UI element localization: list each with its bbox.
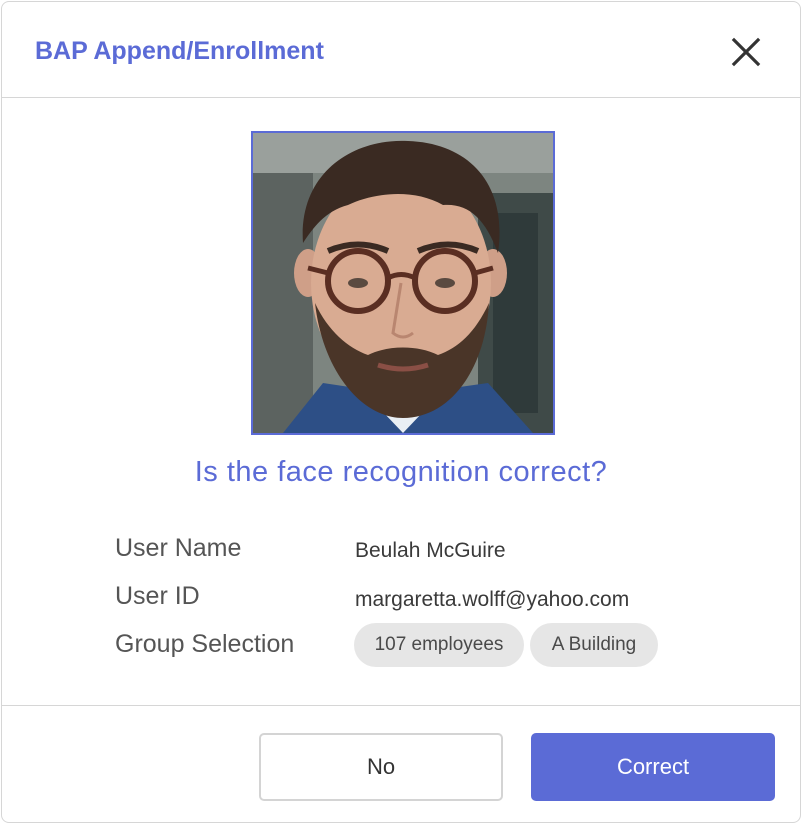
dialog-header: BAP Append/Enrollment: [2, 2, 800, 98]
dialog-title: BAP Append/Enrollment: [35, 37, 324, 65]
group-chip: 107 employees: [354, 623, 524, 667]
correct-button[interactable]: Correct: [531, 733, 775, 801]
footer-divider: [2, 705, 800, 706]
user-name-label: User Name: [115, 534, 242, 562]
face-portrait-image: [253, 133, 553, 433]
close-icon: [731, 37, 761, 67]
recognition-question: Is the face recognition correct?: [194, 456, 608, 488]
close-button[interactable]: [726, 32, 766, 72]
group-chip: A Building: [530, 623, 658, 667]
no-button[interactable]: No: [259, 733, 503, 801]
user-id-value: margaretta.wolff@yahoo.com: [355, 588, 630, 611]
group-selection-label: Group Selection: [115, 630, 295, 658]
user-name-value: Beulah McGuire: [355, 539, 506, 562]
face-photo: [251, 131, 555, 435]
user-id-label: User ID: [115, 582, 200, 610]
enrollment-dialog: BAP Append/Enrollment Is the face recogn…: [1, 1, 801, 823]
